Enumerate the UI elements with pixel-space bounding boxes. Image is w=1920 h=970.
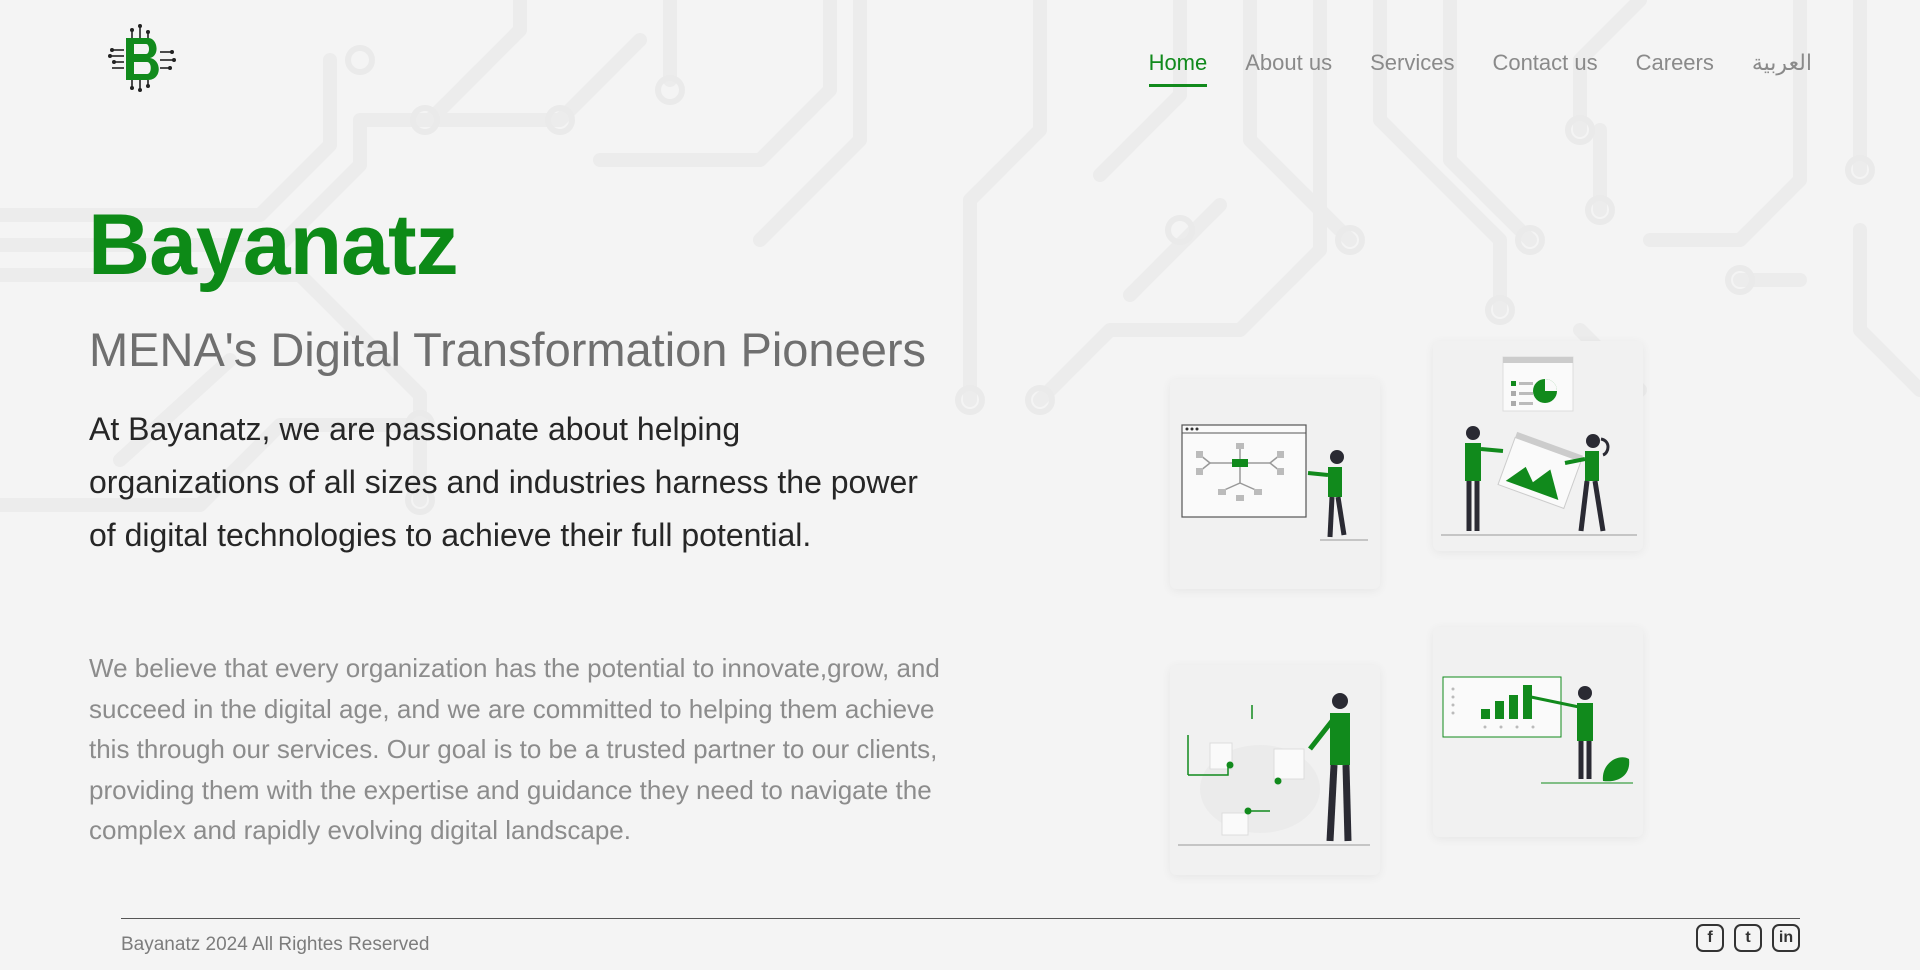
hero-tagline: MENA's Digital Transformation Pioneers [89,323,927,376]
nav-about-us[interactable]: About us [1245,50,1332,87]
circuit-b-logo-icon [108,24,176,92]
footer-copyright: Bayanatz 2024 All Rightes Reserved [121,934,430,955]
footer-divider [121,918,1800,919]
facebook-glyph: f [1707,929,1713,946]
bar-chart-presentation-illustration-icon [1442,676,1633,784]
nav-services[interactable]: Services [1370,50,1454,87]
nav-home[interactable]: Home [1148,50,1208,87]
hero-lead: At Bayanatz, we are passionate about hel… [89,411,918,553]
twitter-icon[interactable]: t [1734,924,1762,952]
twitter-glyph: t [1745,929,1751,946]
hero-body: We believe that every organization has t… [89,653,940,845]
linkedin-glyph: in [1778,929,1794,946]
nav-careers[interactable]: Careers [1636,50,1714,87]
social-links: f t in [1696,924,1800,952]
team-analytics-illustration-icon [1441,356,1637,536]
illustration-card-bar-chart [1433,627,1643,837]
hero-title: Bayanatz [88,197,459,293]
illustration-card-workflow [1170,665,1380,875]
illustration-card-team-analytics [1433,341,1643,551]
facebook-icon[interactable]: f [1696,924,1724,952]
main-nav: Home About us Services Contact us Career… [1148,50,1812,87]
linkedin-icon[interactable]: in [1772,924,1800,952]
nav-arabic-language[interactable]: العربية [1752,50,1812,87]
workflow-notes-illustration-icon [1178,693,1370,846]
brand-logo[interactable] [106,22,178,94]
illustration-card-flowchart [1170,379,1380,589]
page: Home About us Services Contact us Career… [0,0,1920,970]
flowchart-presentation-illustration-icon [1181,424,1368,541]
nav-contact-us[interactable]: Contact us [1492,50,1597,87]
